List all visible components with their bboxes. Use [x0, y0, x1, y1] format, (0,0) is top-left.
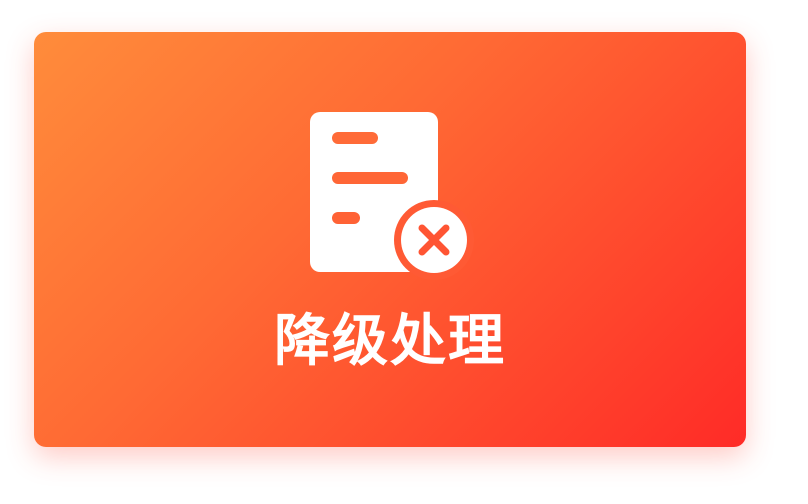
document-line-2 [332, 172, 408, 184]
document-line-1 [332, 132, 378, 144]
document-error-icon [310, 112, 474, 280]
degrade-handling-card[interactable]: 降级处理 [34, 32, 746, 447]
document-line-3 [332, 212, 360, 224]
card-title: 降级处理 [274, 309, 506, 374]
